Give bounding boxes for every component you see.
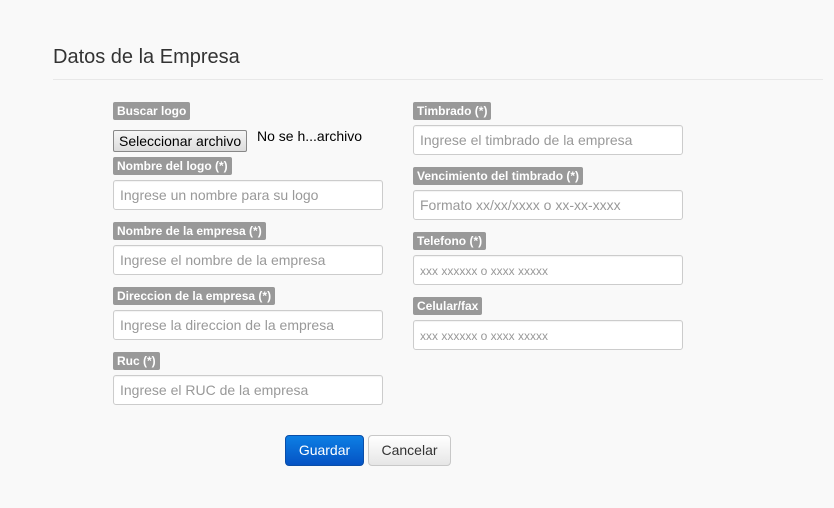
- company-name-label: Nombre de la empresa (*): [113, 222, 266, 240]
- address-input[interactable]: [113, 310, 383, 340]
- file-status-text: No se h...archivo: [257, 128, 363, 144]
- title-divider: [53, 79, 823, 80]
- cancel-button[interactable]: Cancelar: [368, 435, 451, 466]
- vencimiento-input[interactable]: [413, 190, 683, 220]
- page-title: Datos de la Empresa: [53, 46, 240, 68]
- celular-label: Celular/fax: [413, 297, 483, 315]
- select-file-button[interactable]: Seleccionar archivo: [113, 130, 248, 152]
- timbrado-label: Timbrado (*): [413, 102, 492, 120]
- timbrado-input[interactable]: [413, 125, 683, 155]
- address-label: Direccion de la empresa (*): [113, 287, 276, 305]
- ruc-input[interactable]: [113, 375, 383, 405]
- vencimiento-label: Vencimiento del timbrado (*): [413, 167, 584, 185]
- company-name-input[interactable]: [113, 245, 383, 275]
- logo-name-input[interactable]: [113, 180, 383, 210]
- logo-label: Buscar logo: [113, 102, 191, 120]
- telefono-input[interactable]: [413, 255, 683, 285]
- telefono-label: Telefono (*): [413, 232, 487, 250]
- logo-name-label: Nombre del logo (*): [113, 157, 232, 175]
- celular-input[interactable]: [413, 320, 683, 350]
- save-button[interactable]: Guardar: [285, 435, 364, 466]
- company-form-page: Datos de la Empresa Buscar logo Seleccio…: [0, 0, 834, 508]
- ruc-label: Ruc (*): [113, 352, 160, 370]
